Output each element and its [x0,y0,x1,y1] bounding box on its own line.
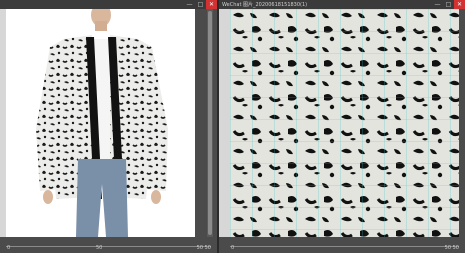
leopard-knit-texture [230,9,459,237]
window-title: WeChat 图片_20200618151830(1) [222,2,308,8]
close-icon[interactable]: ✕ [454,0,465,9]
status-start: 0 [7,245,11,251]
horizontal-ruler [230,240,459,247]
horizontal-ruler [6,240,211,247]
minimize-icon[interactable]: — [184,0,195,9]
title-bar-right: WeChat 图片_20200618151830(1) — □ ✕ [219,0,465,9]
status-mid: 50 [96,245,103,251]
status-bar-right: 0 50 50 [219,237,465,253]
maximize-icon[interactable]: □ [443,0,454,9]
model-wearing-leopard-cardigan [6,9,195,237]
maximize-icon[interactable]: □ [195,0,206,9]
status-bar-left: 0 50 50 50 [0,237,217,253]
knit-pattern-canvas [230,9,459,237]
status-start: 0 [231,245,235,251]
close-icon[interactable]: ✕ [206,0,217,9]
product-photo [6,9,195,237]
minimize-icon[interactable]: — [432,0,443,9]
scroll-thumb[interactable] [208,11,212,235]
vertical-ruler [219,9,230,237]
status-zoom: 50 50 [196,245,211,251]
title-bar-left: — □ ✕ [0,0,217,9]
vertical-scrollbar[interactable] [207,9,213,237]
status-zoom: 50 50 [444,245,459,251]
